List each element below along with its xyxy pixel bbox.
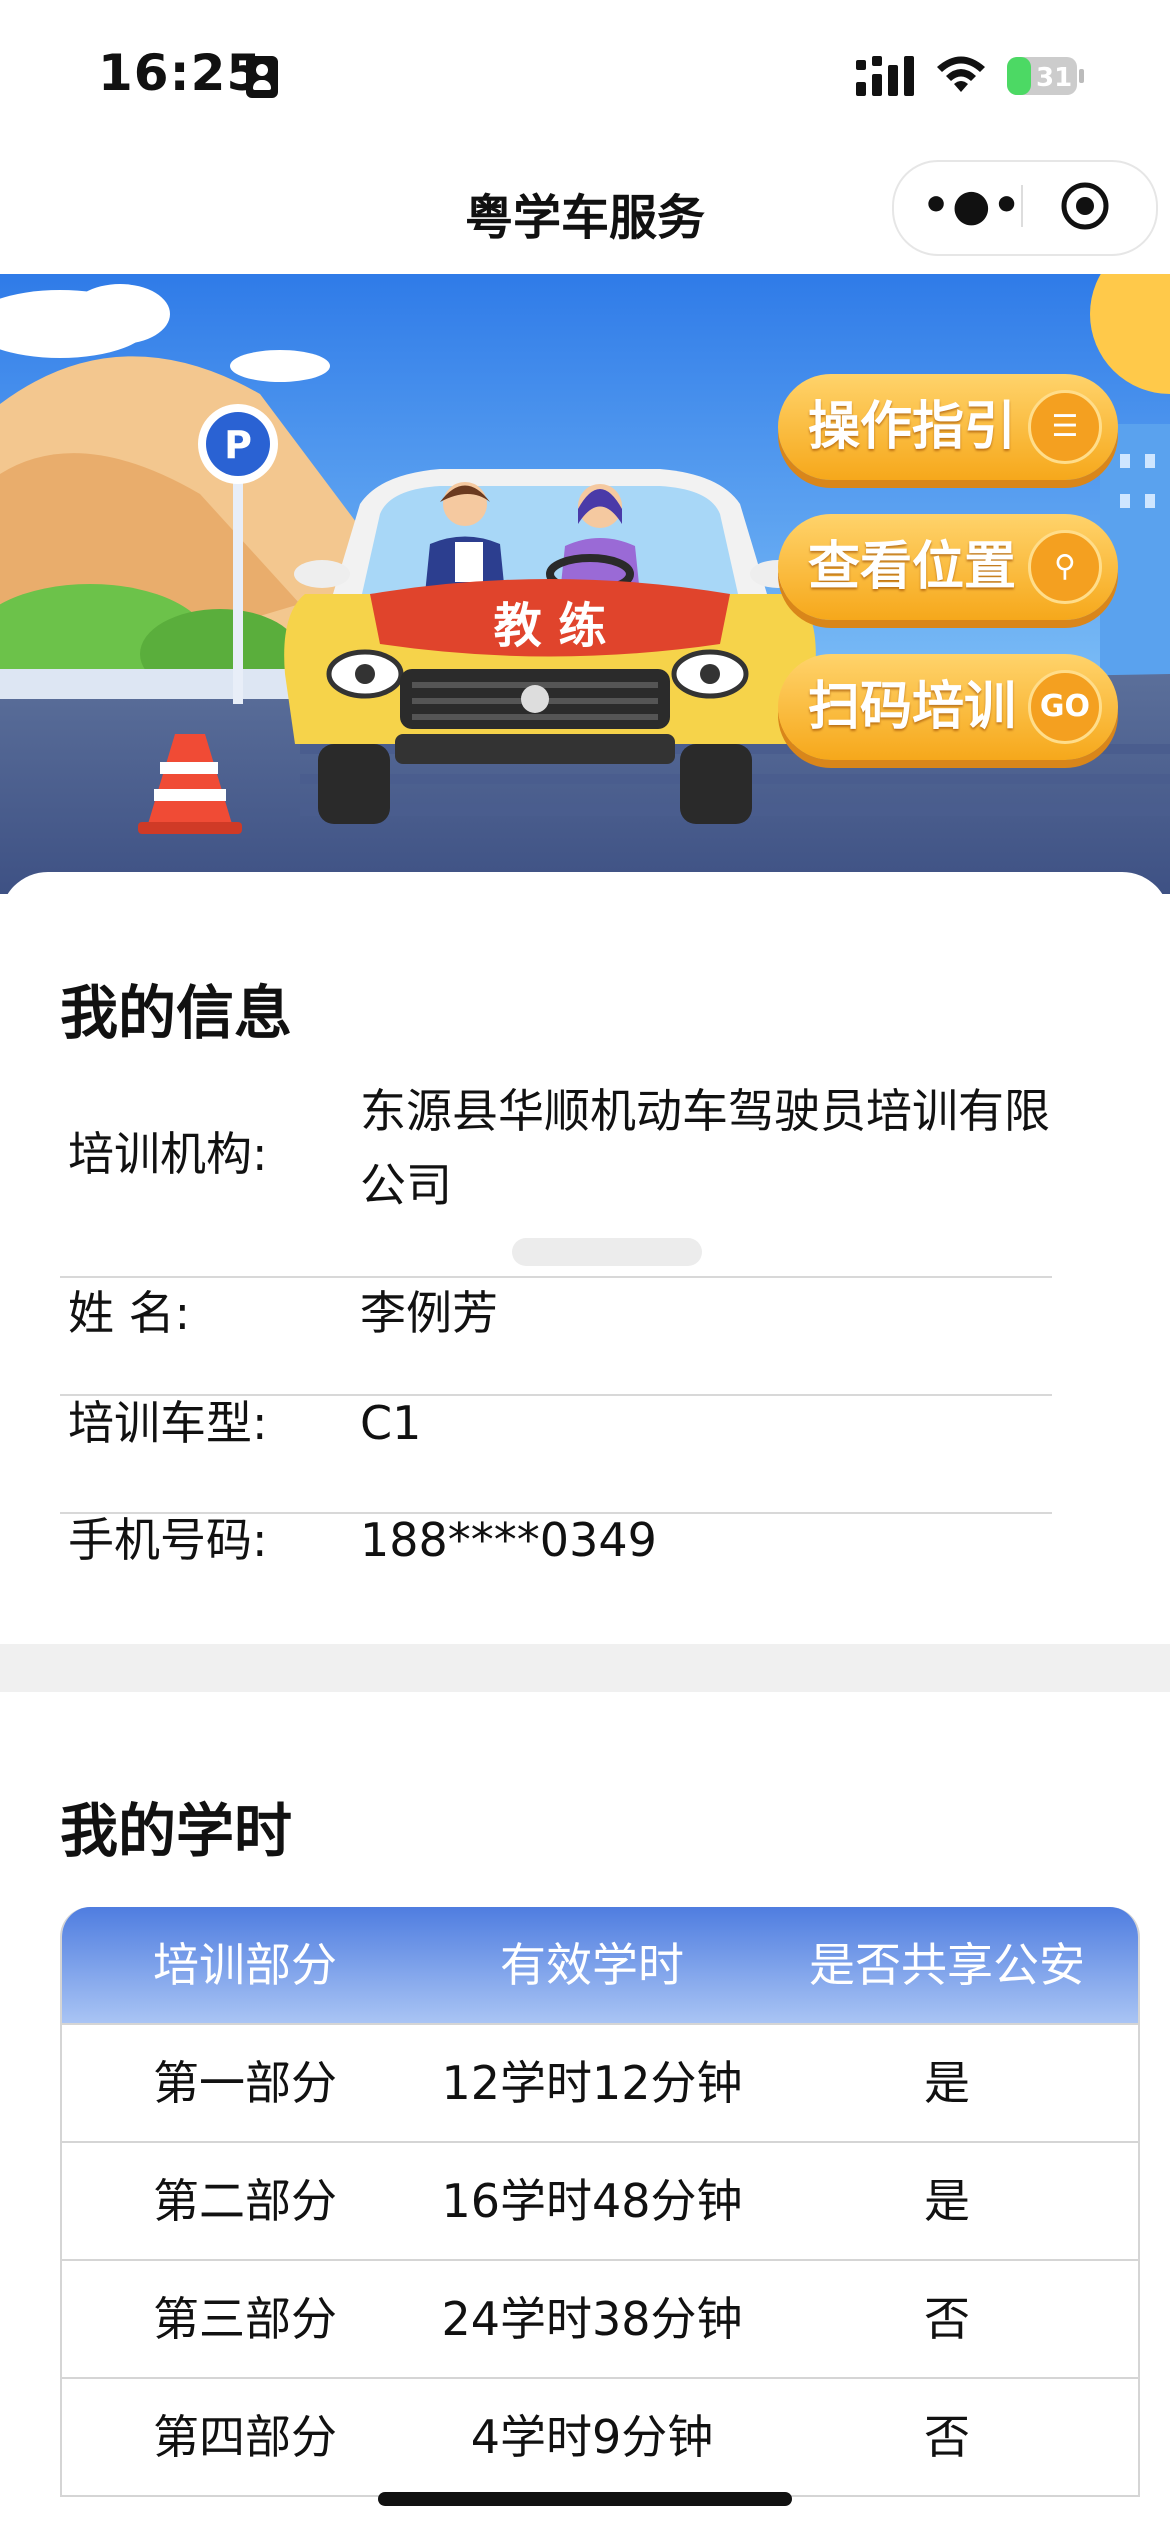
cell-part: 第一部分 xyxy=(153,2056,337,2110)
guide-button-label: 操作指引 xyxy=(808,397,1017,457)
my-hours-title: 我的学时 xyxy=(60,1797,293,1865)
vehicle-type-label: 培训车型: xyxy=(68,1396,268,1450)
cell-hours: 4学时9分钟 xyxy=(470,2410,714,2464)
table-row: 第一部分 12学时12分钟 是 xyxy=(62,2023,1138,2141)
hours-table: 培训部分 有效学时 是否共享公安 第一部分 12学时12分钟 是 第二部分 16… xyxy=(60,1907,1140,2497)
home-indicator[interactable] xyxy=(378,2492,792,2506)
cellular-signal-icon xyxy=(856,56,914,96)
cell-hours: 12学时12分钟 xyxy=(441,2056,743,2110)
status-time: 16:25 xyxy=(98,44,263,102)
section-separator xyxy=(0,1644,1170,1692)
cell-shared: 否 xyxy=(924,2292,970,2346)
phone-label: 手机号码: xyxy=(68,1513,268,1567)
go-icon: GO xyxy=(1028,670,1102,744)
watermark-badge xyxy=(512,1238,702,1266)
vehicle-type-value: C1 xyxy=(360,1396,422,1450)
my-info-title: 我的信息 xyxy=(60,979,293,1047)
cell-hours: 24学时38分钟 xyxy=(441,2292,743,2346)
institution-value: 东源县华顺机动车驾驶员培训有限公司 xyxy=(360,1084,1050,1212)
person-badge-icon xyxy=(246,56,278,98)
cell-part: 第四部分 xyxy=(153,2410,337,2464)
scan-training-button[interactable]: 扫码培训 GO xyxy=(778,654,1118,760)
battery-icon: 31 xyxy=(1007,57,1084,95)
hero-banner: P 教 练 操作指引 ☰ 查看位置 ⚲ 扫码培训 GO xyxy=(0,274,1170,894)
cell-hours: 16学时48分钟 xyxy=(441,2174,743,2228)
header-valid-hours: 有效学时 xyxy=(500,1938,684,1992)
view-location-button[interactable]: 查看位置 ⚲ xyxy=(778,514,1118,620)
view-location-button-label: 查看位置 xyxy=(808,537,1017,597)
wifi-icon xyxy=(937,56,985,92)
cell-shared: 是 xyxy=(924,2056,970,2110)
parking-sign-label: P xyxy=(224,423,252,467)
table-row: 第三部分 24学时38分钟 否 xyxy=(62,2259,1138,2377)
name-label: 姓 名: xyxy=(68,1286,191,1340)
phone-value: 188****0349 xyxy=(360,1513,657,1567)
capsule-divider xyxy=(1021,185,1023,227)
target-circle-icon[interactable] xyxy=(1059,180,1111,232)
name-value: 李例芳 xyxy=(360,1286,498,1340)
header-part: 培训部分 xyxy=(153,1938,337,1992)
location-pin-icon: ⚲ xyxy=(1028,530,1102,604)
guide-button[interactable]: 操作指引 ☰ xyxy=(778,374,1118,480)
cell-part: 第三部分 xyxy=(153,2292,337,2346)
battery-level: 31 xyxy=(1036,63,1072,93)
table-header: 培训部分 有效学时 是否共享公安 xyxy=(62,1907,1138,2023)
institution-label: 培训机构: xyxy=(68,1127,268,1181)
table-row: 第四部分 4学时9分钟 否 xyxy=(62,2377,1138,2495)
document-icon: ☰ xyxy=(1028,390,1102,464)
header-shared: 是否共享公安 xyxy=(809,1938,1085,1992)
cell-shared: 是 xyxy=(924,2174,970,2228)
car-label: 教 练 xyxy=(494,598,607,654)
table-row: 第二部分 16学时48分钟 是 xyxy=(62,2141,1138,2259)
scan-training-button-label: 扫码培训 xyxy=(808,677,1017,737)
more-dots-icon[interactable]: •●• xyxy=(922,180,1021,232)
cell-part: 第二部分 xyxy=(153,2174,337,2228)
cell-shared: 否 xyxy=(924,2410,970,2464)
